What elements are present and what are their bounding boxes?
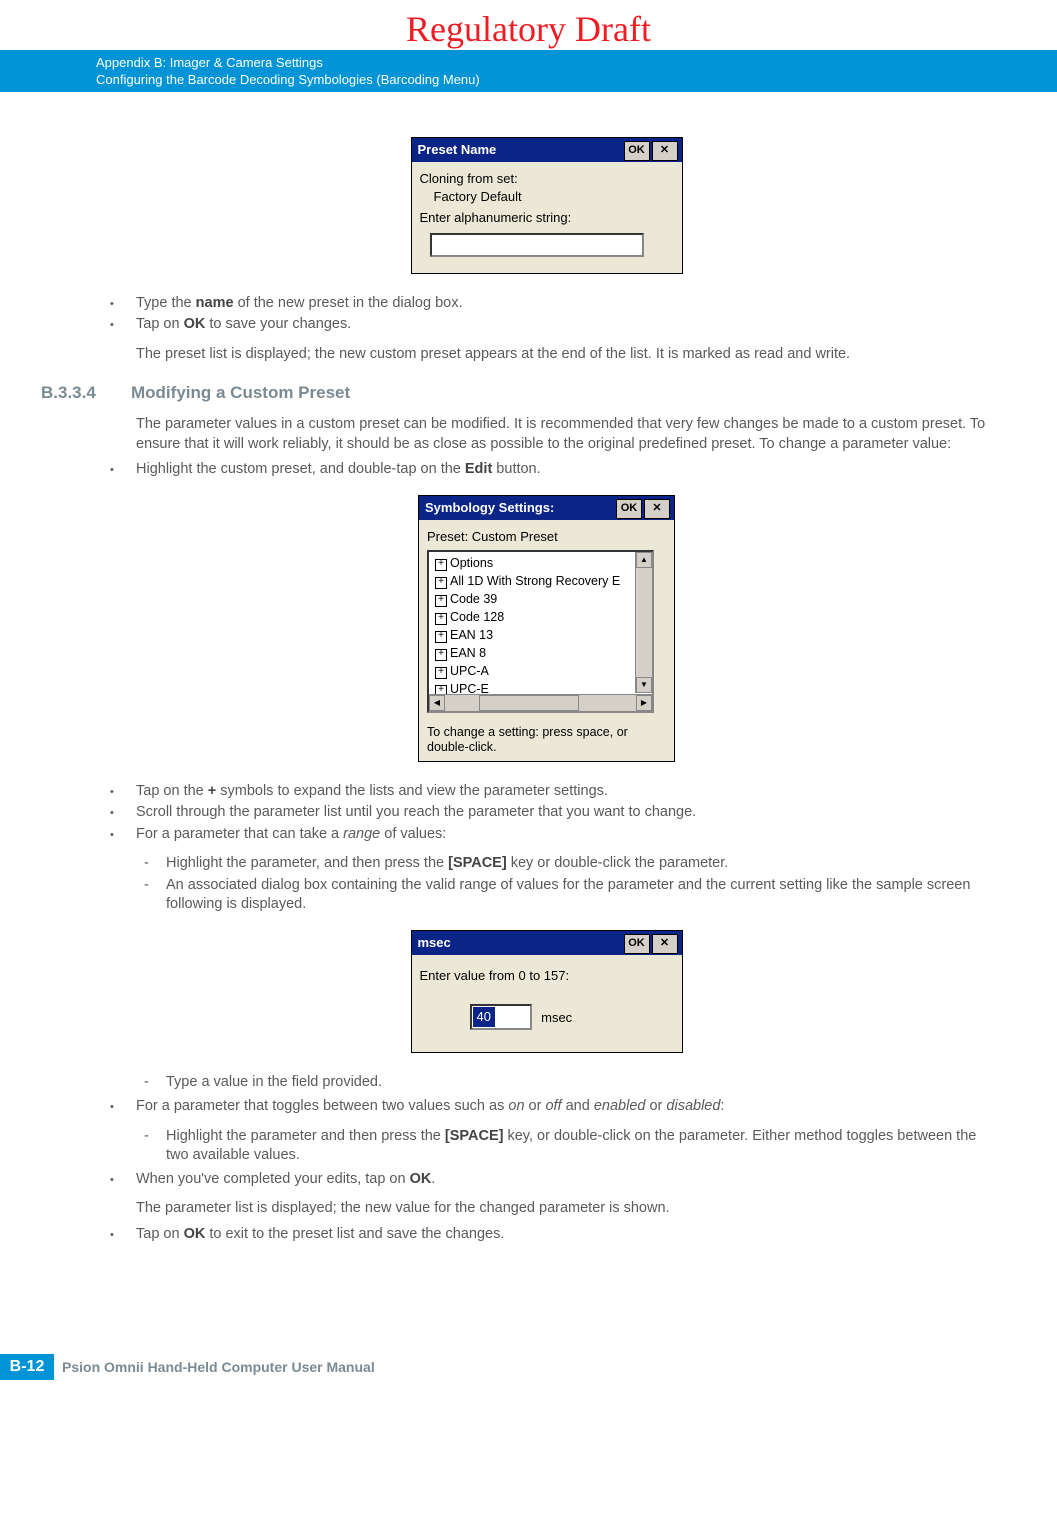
dialog-title-bar: msec OK ✕ bbox=[412, 931, 682, 955]
list-item: Highlight the custom preset, and double-… bbox=[136, 460, 997, 480]
tree-hint: To change a setting: press space, or dou… bbox=[427, 725, 666, 755]
tree-view[interactable]: +Options +All 1D With Strong Recovery E … bbox=[427, 550, 654, 713]
list-item: An associated dialog box containing the … bbox=[166, 876, 997, 915]
screenshot-symbology-settings-dialog: Symbology Settings: OK ✕ Preset: Custom … bbox=[418, 495, 675, 762]
list-item: Tap on OK to exit to the preset list and… bbox=[136, 1225, 997, 1245]
page-number: B-12 bbox=[0, 1354, 54, 1380]
paragraph: The preset list is displayed; the new cu… bbox=[136, 345, 997, 365]
list-item: Highlight the parameter, and then press … bbox=[166, 854, 997, 874]
preset-name-input[interactable] bbox=[430, 233, 644, 257]
close-button[interactable]: ✕ bbox=[644, 499, 670, 519]
section-heading: B.3.3.4Modifying a Custom Preset bbox=[96, 382, 997, 405]
page-content: Preset Name OK ✕ Cloning from set: Facto… bbox=[0, 92, 1057, 1284]
unit-label: msec bbox=[541, 1010, 572, 1025]
header-line-1: Appendix B: Imager & Camera Settings bbox=[96, 54, 1057, 71]
list-item: Scroll through the parameter list until … bbox=[136, 803, 997, 823]
enter-value-prompt: Enter value from 0 to 157: bbox=[420, 967, 674, 985]
screenshot-msec-dialog: msec OK ✕ Enter value from 0 to 157: 40 … bbox=[411, 930, 683, 1054]
horizontal-scrollbar[interactable] bbox=[429, 694, 652, 711]
section-title: Modifying a Custom Preset bbox=[131, 383, 350, 402]
preset-label: Preset: Custom Preset bbox=[427, 528, 666, 546]
ok-button[interactable]: OK bbox=[624, 934, 650, 954]
list-item: Type the name of the new preset in the d… bbox=[136, 294, 997, 314]
dialog-title: Preset Name bbox=[418, 141, 497, 159]
ok-button[interactable]: OK bbox=[616, 499, 642, 519]
dialog-title: msec bbox=[418, 934, 451, 952]
dialog-title-bar: Preset Name OK ✕ bbox=[412, 138, 682, 162]
enter-string-label: Enter alphanumeric string: bbox=[420, 209, 674, 227]
dialog-title-bar: Symbology Settings: OK ✕ bbox=[419, 496, 674, 520]
list-item: Tap on the + symbols to expand the lists… bbox=[136, 782, 997, 802]
regulatory-draft-banner: Regulatory Draft bbox=[0, 0, 1057, 50]
footer-text: Psion Omnii Hand-Held Computer User Manu… bbox=[62, 1354, 375, 1380]
paragraph: The parameter list is displayed; the new… bbox=[136, 1199, 997, 1219]
close-button[interactable]: ✕ bbox=[652, 934, 678, 954]
vertical-scrollbar[interactable] bbox=[635, 552, 652, 693]
header-line-2: Configuring the Barcode Decoding Symbolo… bbox=[96, 71, 1057, 88]
list-item: For a parameter that toggles between two… bbox=[136, 1097, 997, 1117]
list-item: Highlight the parameter and then press t… bbox=[166, 1127, 997, 1166]
list-item: Tap on OK to save your changes. bbox=[136, 315, 997, 335]
close-button[interactable]: ✕ bbox=[652, 141, 678, 161]
ok-button[interactable]: OK bbox=[624, 141, 650, 161]
list-item: Type a value in the field provided. bbox=[166, 1073, 997, 1093]
page-footer: B-12 Psion Omnii Hand-Held Computer User… bbox=[0, 1354, 1057, 1394]
paragraph: The parameter values in a custom preset … bbox=[136, 415, 997, 454]
page-header-bar: Appendix B: Imager & Camera Settings Con… bbox=[0, 50, 1057, 92]
value-input[interactable]: 40 bbox=[470, 1004, 532, 1030]
list-item: When you've completed your edits, tap on… bbox=[136, 1170, 997, 1190]
dialog-title: Symbology Settings: bbox=[425, 499, 554, 517]
list-item: For a parameter that can take a range of… bbox=[136, 825, 997, 845]
cloning-from-value: Factory Default bbox=[420, 188, 674, 206]
section-number: B.3.3.4 bbox=[41, 382, 131, 405]
screenshot-preset-name-dialog: Preset Name OK ✕ Cloning from set: Facto… bbox=[411, 137, 683, 274]
cloning-from-label: Cloning from set: bbox=[420, 170, 674, 188]
